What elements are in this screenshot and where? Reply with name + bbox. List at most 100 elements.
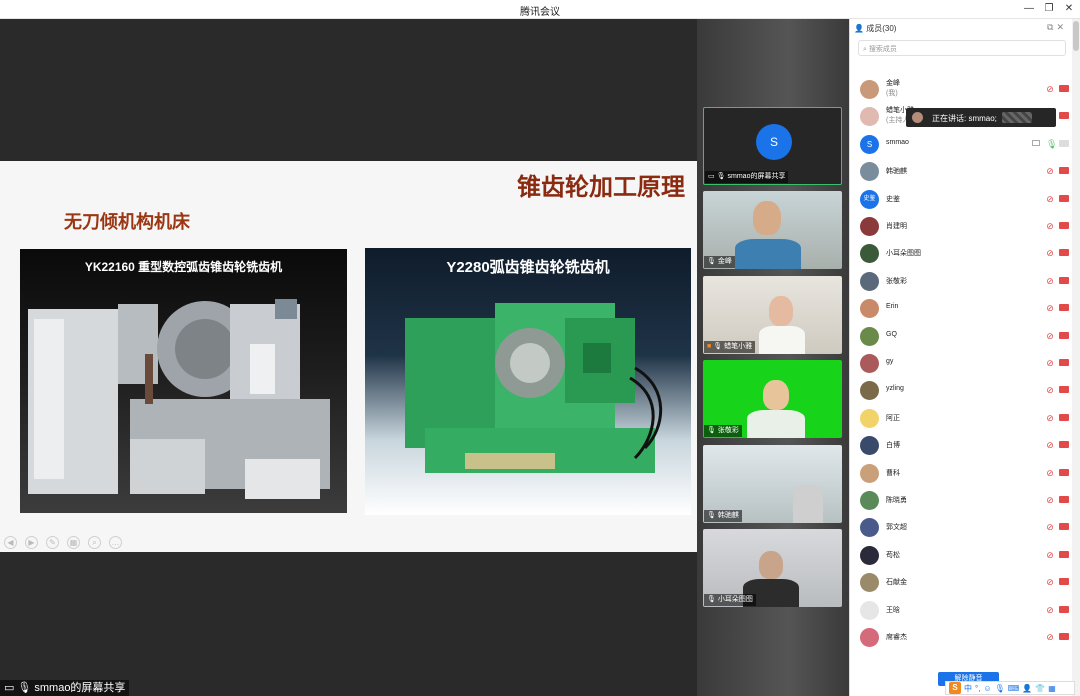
camera-icon[interactable] (1059, 386, 1069, 394)
member-item[interactable]: 韩驰麒 ⊘ (850, 158, 1073, 185)
mic-muted-icon[interactable]: ⊘ (1046, 303, 1054, 313)
minimize-icon[interactable]: — (1022, 1, 1036, 17)
camera-icon[interactable] (1059, 413, 1069, 421)
member-item[interactable]: 苟松 ⊘ (850, 542, 1073, 569)
video-tile[interactable]: ■ 🎙 蜡笔小雅 (703, 276, 842, 354)
search-placeholder: 搜索成员 (868, 46, 897, 53)
camera-icon[interactable] (1059, 249, 1069, 257)
camera-icon[interactable] (1059, 496, 1069, 503)
member-item[interactable]: gy ⊘ (850, 350, 1073, 377)
camera-icon[interactable] (1059, 139, 1069, 147)
mic-muted-icon[interactable]: ⊘ (1046, 166, 1054, 176)
mic-muted-icon[interactable]: ⊘ (1046, 632, 1054, 642)
mic-muted-icon[interactable]: ⊘ (1046, 358, 1054, 368)
camera-icon[interactable] (1059, 633, 1069, 640)
member-name-text: 石献金 (886, 579, 907, 587)
camera-icon[interactable] (1059, 550, 1069, 558)
close-icon[interactable]: ✕ (1062, 1, 1076, 17)
member-item[interactable]: 席睿杰 ⊘ (850, 624, 1073, 651)
camera-icon[interactable] (1059, 222, 1069, 229)
mic-muted-icon[interactable]: ⊘ (1046, 495, 1054, 505)
camera-icon[interactable] (1059, 276, 1069, 284)
camera-icon[interactable] (1059, 112, 1069, 120)
avatar (860, 271, 879, 291)
chinese-mode-icon[interactable]: 中 (964, 683, 972, 694)
scrollbar-thumb[interactable] (1073, 21, 1079, 51)
mic-muted-icon[interactable]: ⊘ (1046, 468, 1054, 478)
camera-icon[interactable] (1059, 194, 1069, 202)
pen-icon[interactable]: ✎ (46, 536, 59, 549)
member-item[interactable]: 曹科 ⊘ (850, 460, 1073, 487)
sogou-icon[interactable]: S (949, 682, 961, 694)
mic-muted-icon[interactable]: ⊘ (1046, 605, 1054, 615)
mic-muted-icon[interactable]: ⊘ (1046, 276, 1054, 286)
next-slide-icon[interactable]: ▶ (25, 536, 38, 549)
camera-icon[interactable] (1059, 85, 1069, 92)
member-item[interactable]: 石献金 ⊘ (850, 569, 1073, 596)
scrollbar[interactable] (1072, 19, 1080, 696)
mic-muted-icon[interactable]: ⊘ (1046, 440, 1054, 450)
mic-muted-icon[interactable]: ⊘ (1046, 413, 1054, 423)
member-item[interactable]: 王晗 ⊘ (850, 597, 1073, 624)
member-item[interactable]: GQ ⊘ (850, 323, 1073, 350)
machine-illustration-left (28, 299, 330, 499)
mic-muted-icon[interactable]: ⊘ (1046, 522, 1054, 532)
member-item[interactable]: 阿正 ⊘ (850, 405, 1073, 432)
zoom-icon[interactable]: ⌕ (88, 536, 101, 549)
emoji-icon[interactable]: ☺ (983, 684, 991, 693)
grid-icon[interactable]: ▦ (1048, 684, 1056, 693)
member-item[interactable]: 小耳朵图图 ⊘ (850, 240, 1073, 267)
member-item[interactable]: yzling ⊘ (850, 377, 1073, 404)
member-item[interactable]: Erin ⊘ (850, 295, 1073, 322)
mic-muted-icon[interactable]: ⊘ (1046, 194, 1054, 204)
gallery-icon[interactable]: ▦ (67, 536, 80, 549)
camera-icon[interactable] (1059, 167, 1069, 175)
camera-icon[interactable] (1059, 359, 1069, 366)
member-item[interactable]: 郭文超 ⊘ (850, 514, 1073, 541)
member-item[interactable]: 白博 ⊘ (850, 432, 1073, 459)
camera-icon[interactable] (1059, 468, 1069, 476)
participant-face (763, 380, 789, 410)
punctuation-icon[interactable]: °, (975, 684, 980, 693)
member-name-text: gy (886, 358, 894, 365)
member-item[interactable]: Ssmmao 🎙 (850, 131, 1073, 158)
mic-muted-icon[interactable]: ⊘ (1046, 577, 1054, 587)
camera-icon[interactable] (1059, 331, 1069, 339)
camera-icon[interactable] (1059, 523, 1069, 531)
prev-slide-icon[interactable]: ◀ (4, 536, 17, 549)
ime-toolbar: S 中 °, ☺ 🎙 ⌨ 👤 👕 ▦ (945, 681, 1075, 695)
avatar (860, 162, 879, 182)
mic-icon[interactable]: 🎙 (1046, 139, 1057, 149)
mic-muted-icon[interactable]: ⊘ (1046, 248, 1054, 258)
video-tile[interactable]: 🎙 韩驰麒 (703, 445, 842, 523)
voice-icon[interactable]: 🎙 (995, 684, 1005, 693)
video-tile[interactable]: 🎙 张敬彩 (703, 360, 842, 438)
user-icon[interactable]: 👤 (1022, 684, 1032, 693)
search-input[interactable]: ⌕ 搜索成员 (858, 40, 1066, 56)
restore-icon[interactable]: ❐ (1042, 1, 1056, 17)
keyboard-icon[interactable]: ⌨ (1008, 684, 1020, 693)
avatar (860, 107, 879, 127)
camera-icon[interactable] (1059, 605, 1069, 613)
mic-muted-icon[interactable]: ⊘ (1046, 221, 1054, 231)
member-item[interactable]: 金峰 (我) ⊘ (850, 76, 1073, 103)
member-item[interactable]: 张敬彩 ⊘ (850, 268, 1073, 295)
member-item[interactable]: 史鉴 史鉴 ⊘ (850, 186, 1073, 213)
presentation-slide: 锥齿轮加工原理 无刀倾机构机床 YK22160 重型数控弧齿锥齿轮铣齿机 Y22… (0, 161, 697, 552)
video-tile[interactable]: 🎙 小耳朵图图 (703, 529, 842, 607)
member-item[interactable]: 陈晓勇 ⊘ (850, 487, 1073, 514)
avatar (860, 463, 879, 483)
camera-icon[interactable] (1059, 441, 1069, 449)
close-icon[interactable]: ✕ (1056, 22, 1067, 32)
camera-icon[interactable] (1059, 578, 1069, 586)
video-tile[interactable]: 🎙 金峰 (703, 191, 842, 269)
video-tile[interactable]: S ▭ 🎙 smmao的屏幕共享 (703, 107, 842, 185)
mic-muted-icon[interactable]: ⊘ (1046, 385, 1054, 395)
more-icon[interactable]: … (109, 536, 122, 549)
mic-muted-icon[interactable]: ⊘ (1046, 84, 1054, 94)
mic-muted-icon[interactable]: ⊘ (1046, 550, 1054, 560)
skin-icon[interactable]: 👕 (1035, 684, 1045, 693)
member-item[interactable]: 肖建明 ⊘ (850, 213, 1073, 240)
camera-icon[interactable] (1059, 304, 1069, 312)
mic-muted-icon[interactable]: ⊘ (1046, 331, 1054, 341)
